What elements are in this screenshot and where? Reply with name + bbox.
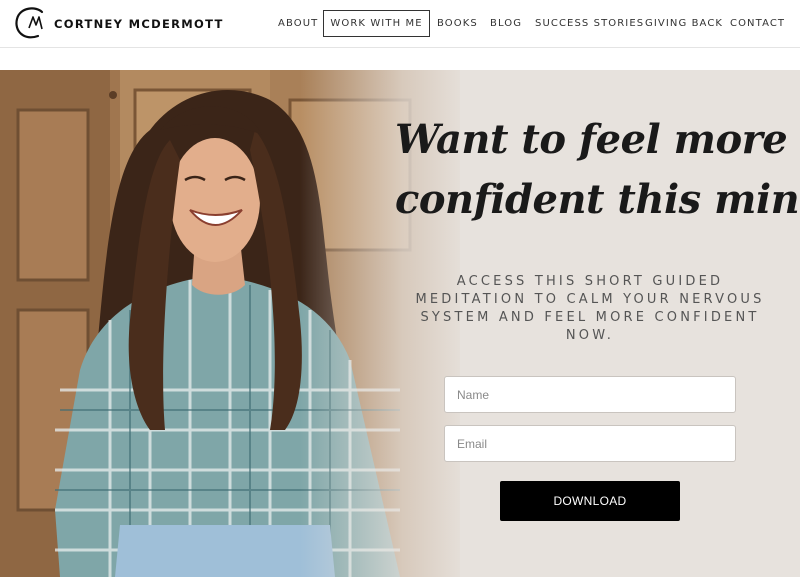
cm-monogram-icon — [15, 7, 44, 39]
hero-photo — [0, 70, 460, 577]
nav-blog[interactable]: BLOG — [490, 10, 521, 37]
nav-work-with-me[interactable]: WORK WITH ME — [323, 10, 430, 37]
download-button[interactable]: DOWNLOAD — [500, 481, 680, 521]
nav-giving-back[interactable]: GIVING BACK — [645, 10, 722, 37]
hero-section: Want to feel more confident this minute?… — [0, 70, 800, 577]
headline-line-1: Want to feel more — [395, 116, 788, 163]
site-header: CORTNEY MCDERMOTT ABOUT WORK WITH ME BOO… — [0, 0, 800, 48]
email-input[interactable] — [444, 425, 736, 462]
hero-headline: Want to feel more confident this minute? — [395, 110, 800, 230]
hero-subtext: ACCESS THIS SHORT GUIDED MEDITATION TO C… — [415, 274, 765, 343]
nav-about[interactable]: ABOUT — [278, 10, 317, 37]
nav-contact[interactable]: CONTACT — [730, 10, 784, 37]
brand-name: CORTNEY MCDERMOTT — [54, 16, 224, 31]
headline-line-2: confident this minute? — [395, 176, 800, 223]
nav-success-stories[interactable]: SUCCESS STORIES — [535, 10, 643, 37]
nav-books[interactable]: BOOKS — [437, 10, 477, 37]
brand-logo-link[interactable]: CORTNEY MCDERMOTT — [12, 4, 224, 42]
name-input[interactable] — [444, 376, 736, 413]
